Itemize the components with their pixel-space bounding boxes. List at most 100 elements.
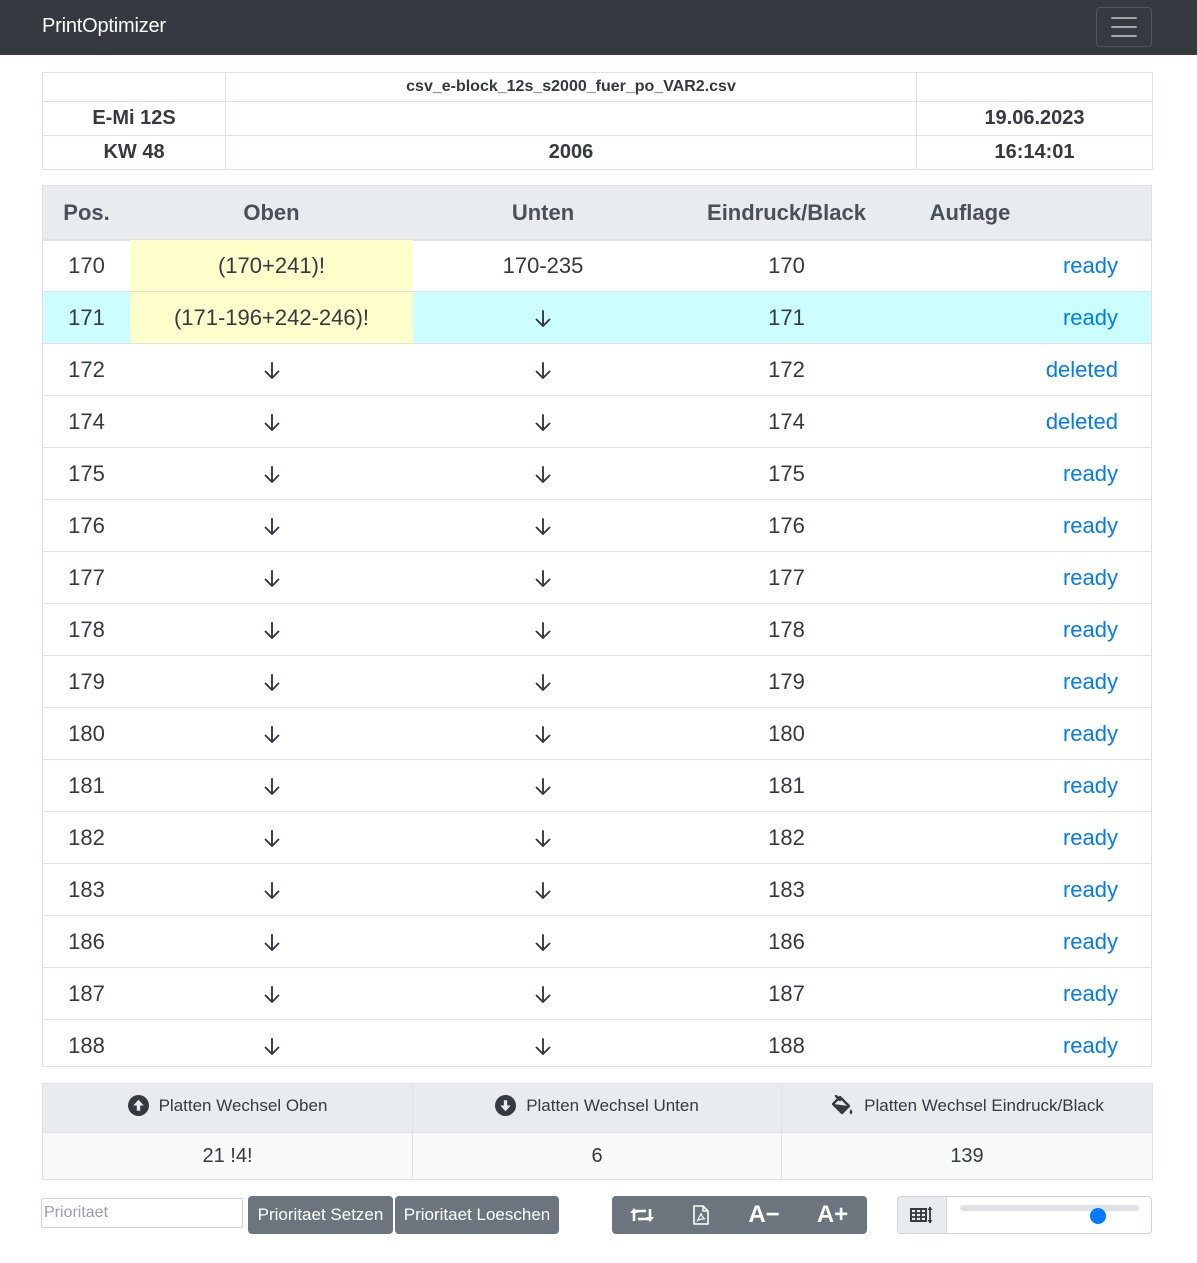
header-auflage[interactable]: Auflage <box>900 186 1030 239</box>
table-row[interactable]: 175 175 ready <box>43 447 1151 499</box>
header-eindruck[interactable]: Eindruck/Black <box>673 186 900 239</box>
view-toolbar: A− A+ <box>612 1196 867 1234</box>
set-priority-button[interactable]: Prioritaet Setzen <box>248 1196 393 1234</box>
pos-cell: 186 <box>68 929 105 954</box>
eindruck-cell: 178 <box>768 617 805 642</box>
oben-cell <box>130 968 413 1019</box>
arrow-circle-up-icon <box>127 1095 149 1116</box>
table-row[interactable]: 174 174 deleted <box>43 395 1151 447</box>
oben-cell <box>130 760 413 811</box>
pos-cell: 182 <box>68 825 105 850</box>
table-row[interactable]: 187 187 ready <box>43 967 1151 1019</box>
auflage-status-link[interactable]: ready <box>900 292 1151 343</box>
arrow-circle-down-icon <box>495 1095 517 1116</box>
table-header: Pos. Oben Unten Eindruck/Black Auflage <box>43 186 1151 241</box>
table-row[interactable]: 172 172 deleted <box>43 343 1151 395</box>
auflage-status-link[interactable]: ready <box>900 552 1151 603</box>
pos-cell: 177 <box>68 565 105 590</box>
unten-cell: 170-235 <box>502 253 584 278</box>
job-number: 2006 <box>225 135 917 170</box>
auflage-status-link[interactable]: deleted <box>900 344 1151 395</box>
unten-cell <box>413 968 673 1019</box>
table-row[interactable]: 170 (170+241)! 170-235 170 ready <box>43 239 1151 291</box>
slider-thumb[interactable] <box>1090 1208 1107 1224</box>
eindruck-cell: 179 <box>768 669 805 694</box>
delete-priority-button[interactable]: Prioritaet Loeschen <box>395 1196 559 1234</box>
arrow-down-icon <box>534 721 552 746</box>
auflage-status-link[interactable]: ready <box>900 1020 1151 1066</box>
auflage-status-link[interactable]: ready <box>900 968 1151 1019</box>
menu-toggle-button[interactable] <box>1096 7 1152 47</box>
row-height-slider[interactable] <box>960 1205 1139 1224</box>
auflage-status-link[interactable]: deleted <box>900 396 1151 447</box>
oben-cell <box>130 448 413 499</box>
arrow-down-icon <box>534 1033 552 1058</box>
arrow-down-icon <box>263 1033 281 1058</box>
auflage-status-link[interactable]: ready <box>900 448 1151 499</box>
auflage-status-link[interactable]: ready <box>900 500 1151 551</box>
oben-cell <box>130 916 413 967</box>
auflage-status-link[interactable]: ready <box>900 240 1151 291</box>
table-row[interactable]: 181 181 ready <box>43 759 1151 811</box>
auflage-status-link[interactable]: ready <box>900 708 1151 759</box>
oben-cell <box>130 656 413 707</box>
table-row[interactable]: 176 176 ready <box>43 499 1151 551</box>
auflage-status-link[interactable]: ready <box>900 864 1151 915</box>
table-row[interactable]: 177 177 ready <box>43 551 1151 603</box>
eindruck-cell: 186 <box>768 929 805 954</box>
arrow-down-icon <box>263 981 281 1006</box>
header-pos[interactable]: Pos. <box>43 186 130 239</box>
brand-logo-text[interactable]: PrintOptimizer <box>42 15 166 38</box>
stat-value-eindruck: 139 <box>781 1132 1153 1180</box>
pos-cell: 179 <box>68 669 105 694</box>
info-empty-cell <box>916 72 1153 102</box>
unten-cell <box>413 760 673 811</box>
positions-table[interactable]: Pos. Oben Unten Eindruck/Black Auflage 1… <box>42 185 1152 1067</box>
machine-name: E-Mi 12S <box>42 101 226 136</box>
arrow-down-icon <box>534 305 552 330</box>
unten-cell <box>413 656 673 707</box>
hamburger-icon-bar <box>1111 35 1137 37</box>
header-oben[interactable]: Oben <box>130 186 413 239</box>
auflage-status-link[interactable]: ready <box>900 604 1151 655</box>
unten-cell <box>413 292 673 343</box>
eindruck-cell: 187 <box>768 981 805 1006</box>
font-decrease-button[interactable]: A− <box>730 1196 798 1234</box>
auflage-status-link[interactable]: ready <box>900 916 1151 967</box>
font-increase-button[interactable]: A+ <box>798 1196 867 1234</box>
arrow-down-icon <box>263 357 281 382</box>
eindruck-cell: 172 <box>768 357 805 382</box>
eindruck-cell: 177 <box>768 565 805 590</box>
export-pdf-button[interactable] <box>672 1196 730 1234</box>
priority-input[interactable] <box>41 1198 243 1228</box>
pos-cell: 172 <box>68 357 105 382</box>
arrow-down-icon <box>263 617 281 642</box>
auflage-status-link[interactable]: ready <box>900 760 1151 811</box>
arrow-down-icon <box>263 773 281 798</box>
table-row[interactable]: 178 178 ready <box>43 603 1151 655</box>
table-row[interactable]: 182 182 ready <box>43 811 1151 863</box>
oben-cell: (170+241)! <box>130 240 413 291</box>
stat-value-unten: 6 <box>412 1132 782 1180</box>
arrow-down-icon <box>263 565 281 590</box>
auflage-status-link[interactable]: ready <box>900 656 1151 707</box>
unten-cell <box>413 552 673 603</box>
stat-header-unten: Platten Wechsel Unten <box>412 1083 782 1133</box>
arrow-down-icon <box>263 513 281 538</box>
pos-cell: 181 <box>68 773 105 798</box>
header-unten[interactable]: Unten <box>413 186 673 239</box>
info-empty-cell <box>42 72 226 102</box>
table-row[interactable]: 171 (171-196+242-246)! 171 ready <box>43 291 1151 343</box>
retweet-icon <box>630 1208 654 1222</box>
pos-cell: 170 <box>68 253 105 278</box>
arrow-down-icon <box>534 669 552 694</box>
table-row[interactable]: 188 188 ready <box>43 1019 1151 1066</box>
auflage-status-link[interactable]: ready <box>900 812 1151 863</box>
oben-cell <box>130 1020 413 1066</box>
table-row[interactable]: 183 183 ready <box>43 863 1151 915</box>
table-row[interactable]: 180 180 ready <box>43 707 1151 759</box>
oben-cell <box>130 812 413 863</box>
table-row[interactable]: 186 186 ready <box>43 915 1151 967</box>
table-row[interactable]: 179 179 ready <box>43 655 1151 707</box>
swap-button[interactable] <box>612 1196 672 1234</box>
